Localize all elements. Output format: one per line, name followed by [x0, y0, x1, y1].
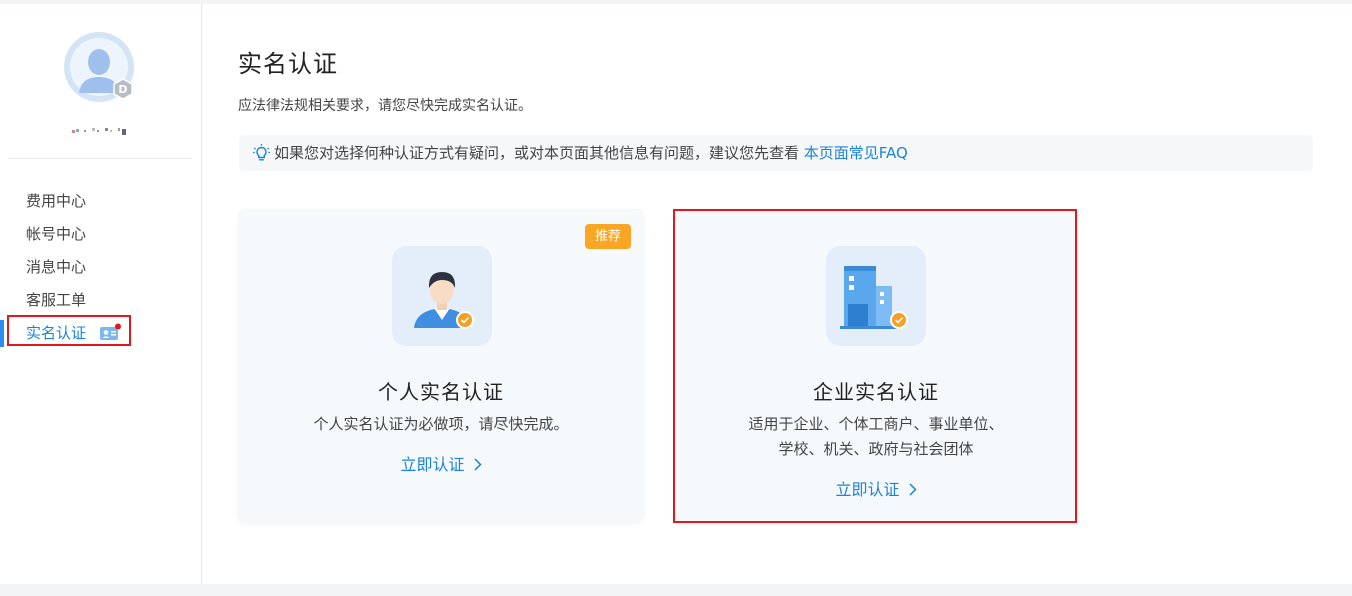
- main-content: 实名认证 应法律法规相关要求，请您尽快完成实名认证。 如果您对选择何种认证方式有…: [202, 4, 1352, 584]
- active-indicator: [0, 320, 4, 347]
- enterprise-verify-now-link[interactable]: 立即认证: [675, 476, 1077, 500]
- username-redacted: [72, 128, 126, 135]
- faq-link[interactable]: 本页面常见FAQ: [804, 144, 908, 162]
- person-verified-icon: [414, 272, 474, 329]
- svg-text:D: D: [118, 83, 127, 96]
- enterprise-desc-line: 适用于企业、个体工商户、事业单位、: [748, 415, 1004, 433]
- sidebar-item-label: 消息中心: [26, 258, 87, 276]
- lightbulb-icon: [253, 144, 270, 161]
- identity-badge-icon: D: [113, 78, 133, 100]
- sidebar-item-label: 客服工单: [26, 291, 87, 309]
- enterprise-desc-line: 学校、机关、政府与社会团体: [778, 440, 974, 458]
- sidebar-item-label: 费用中心: [26, 192, 87, 210]
- tip-text-line: 如果您对选择何种认证方式有疑问，或对本页面其他信息有问题，建议您先查看 本页面常…: [274, 135, 908, 171]
- enterprise-verification-card[interactable]: 企业实名认证 适用于企业、个体工商户、事业单位、 学校、机关、政府与社会团体 立…: [675, 209, 1077, 521]
- tip-text: 如果您对选择何种认证方式有疑问，或对本页面其他信息有问题，建议您先查看: [274, 144, 804, 162]
- id-card-icon: [99, 323, 121, 340]
- sidebar-divider: [8, 158, 192, 159]
- sidebar-item-label: 实名认证: [26, 324, 87, 342]
- chevron-right-icon: [474, 457, 482, 471]
- enterprise-icon-box: [826, 246, 926, 346]
- building-verified-icon: [840, 266, 908, 329]
- app-window: D 费用中心 帐号中心 消息中心 客服工单 实名认证 实名认证 应法律法规相关要…: [0, 4, 1352, 584]
- sidebar: D 费用中心 帐号中心 消息中心 客服工单 实名认证: [0, 4, 202, 584]
- verify-now-label: 立即认证: [400, 455, 465, 474]
- sidebar-item-account[interactable]: 帐号中心: [0, 218, 200, 251]
- page-subtitle: 应法律法规相关要求，请您尽快完成实名认证。: [238, 98, 532, 114]
- sidebar-item-support-tickets[interactable]: 客服工单: [0, 284, 200, 317]
- enterprise-card-description: 适用于企业、个体工商户、事业单位、 学校、机关、政府与社会团体: [675, 412, 1077, 462]
- chevron-right-icon: [909, 482, 917, 496]
- verify-now-label: 立即认证: [835, 480, 900, 499]
- personal-icon-box: [392, 246, 492, 346]
- recommended-badge: 推荐: [585, 224, 631, 249]
- sidebar-item-label: 帐号中心: [26, 225, 87, 243]
- page-title: 实名认证: [238, 50, 338, 78]
- sidebar-item-messages[interactable]: 消息中心: [0, 251, 200, 284]
- personal-verify-now-link[interactable]: 立即认证: [239, 451, 643, 475]
- personal-card-title: 个人实名认证: [378, 380, 504, 404]
- sidebar-menu: 费用中心 帐号中心 消息中心 客服工单 实名认证: [0, 185, 200, 350]
- enterprise-card-title: 企业实名认证: [813, 380, 939, 404]
- sidebar-item-real-name-verification[interactable]: 实名认证: [0, 317, 200, 350]
- sidebar-item-billing[interactable]: 费用中心: [0, 185, 200, 218]
- personal-verification-card[interactable]: 推荐 个人实名认证 个人实名认证为必做项，请尽快完成。 立即认证: [239, 209, 643, 521]
- personal-card-description: 个人实名认证为必做项，请尽快完成。: [313, 415, 569, 433]
- faq-tip-bar: 如果您对选择何种认证方式有疑问，或对本页面其他信息有问题，建议您先查看 本页面常…: [239, 135, 1313, 171]
